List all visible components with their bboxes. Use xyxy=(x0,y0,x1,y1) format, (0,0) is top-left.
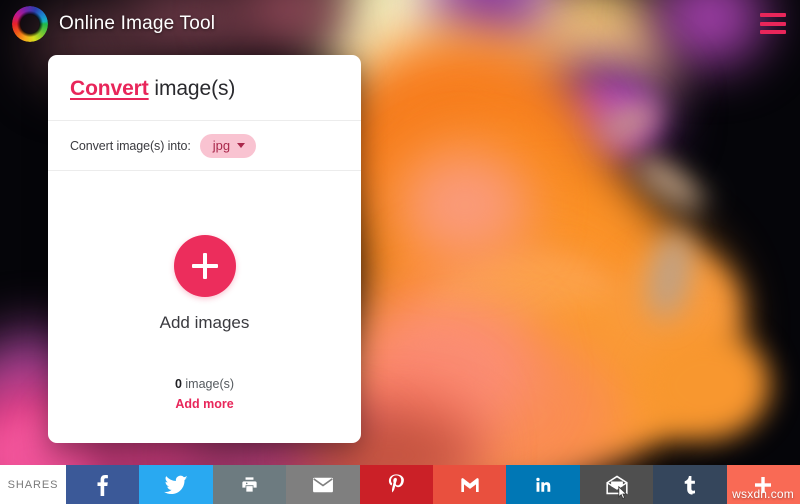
plus-icon xyxy=(755,476,772,493)
hamburger-line xyxy=(760,13,786,17)
share-email-button[interactable] xyxy=(286,465,360,504)
facebook-icon xyxy=(97,474,109,496)
shares-label: SHARES xyxy=(0,465,66,504)
mouse-cursor-icon xyxy=(618,486,628,500)
plus-icon[interactable] xyxy=(173,235,236,297)
printer-icon xyxy=(242,477,257,492)
hamburger-line xyxy=(760,21,786,26)
card-title: Convert image(s) xyxy=(48,55,361,101)
add-images-label[interactable]: Add images xyxy=(160,313,250,333)
gmail-icon xyxy=(461,477,479,492)
share-print-button[interactable] xyxy=(212,465,287,504)
image-count: 0 image(s) xyxy=(48,377,361,391)
format-row: Convert image(s) into: jpg xyxy=(48,121,361,170)
share-pinterest-button[interactable] xyxy=(359,465,434,504)
share-linkedin-button[interactable] xyxy=(506,465,580,504)
tumblr-icon xyxy=(684,475,695,495)
add-more-link[interactable]: Add more xyxy=(48,397,361,411)
share-tumblr-button[interactable] xyxy=(653,465,727,504)
card-title-accent: Convert xyxy=(70,77,149,100)
color-wheel-logo-icon[interactable] xyxy=(12,6,48,42)
twitter-bird-icon xyxy=(164,475,188,494)
hamburger-line xyxy=(760,30,786,34)
app-root: Online Image Tool Convert image(s) Conve… xyxy=(0,0,800,504)
share-more-button[interactable] xyxy=(726,465,800,504)
share-twitter-button[interactable] xyxy=(139,465,213,504)
share-newsletter-button[interactable] xyxy=(579,465,654,504)
bg-blob xyxy=(640,330,770,440)
image-count-text: image(s) xyxy=(181,377,235,391)
share-facebook-button[interactable] xyxy=(66,465,140,504)
pinterest-icon xyxy=(389,473,405,492)
linkedin-icon xyxy=(536,477,551,492)
convert-card: Convert image(s) Convert image(s) into: … xyxy=(48,55,361,443)
format-select-value: jpg xyxy=(212,137,231,153)
share-bar: SHARES xyxy=(0,465,800,504)
dropzone[interactable]: Add images xyxy=(48,171,361,397)
card-footer: 0 image(s) Add more xyxy=(48,377,361,443)
card-title-rest: image(s) xyxy=(148,77,236,100)
format-select[interactable]: jpg xyxy=(199,133,257,158)
app-header: Online Image Tool xyxy=(0,0,800,48)
hamburger-menu-icon[interactable] xyxy=(760,13,786,34)
brand-title: Online Image Tool xyxy=(59,13,216,34)
format-label: Convert image(s) into: xyxy=(70,138,191,153)
share-gmail-button[interactable] xyxy=(433,465,507,504)
chevron-down-icon xyxy=(237,142,246,148)
envelope-icon xyxy=(312,477,333,492)
bg-blob xyxy=(400,150,530,260)
image-count-number: 0 xyxy=(174,377,182,391)
